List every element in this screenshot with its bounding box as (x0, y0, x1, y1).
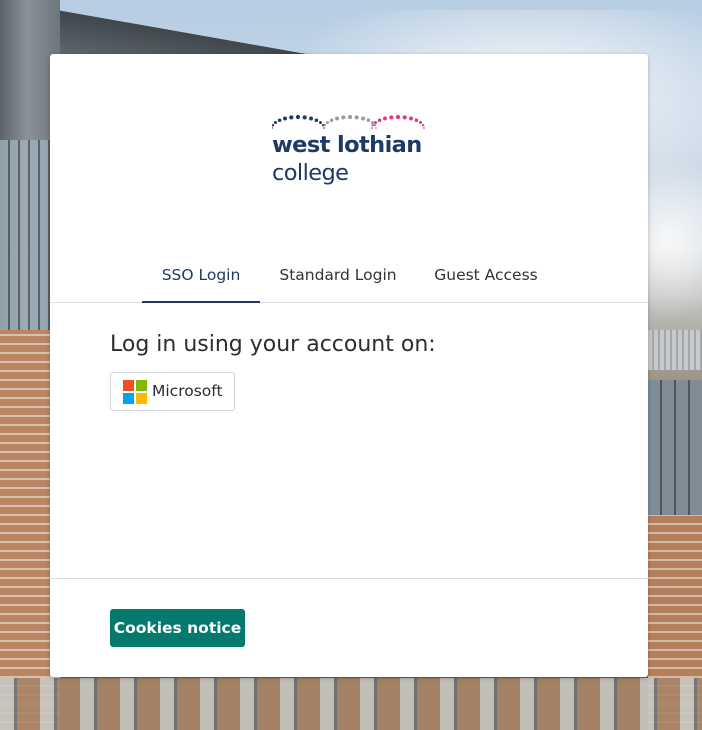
logo-dot (323, 123, 327, 127)
college-logo: west lothian college (272, 112, 432, 196)
logo-dot (373, 123, 377, 127)
sso-heading: Log in using your account on: (110, 332, 436, 357)
logo-dot (371, 123, 375, 127)
logo-text-line1: west lothian (272, 132, 422, 158)
logo-dot (361, 116, 365, 121)
logo-dot (274, 121, 277, 124)
background-building-roof (648, 330, 702, 370)
logo-dot (272, 127, 273, 129)
logo-dot (423, 127, 425, 129)
microsoft-login-label: Microsoft (152, 382, 223, 400)
logo-dot (366, 118, 371, 122)
logo-dot (419, 121, 422, 124)
logo-dot (354, 115, 359, 120)
logo-dot (283, 116, 287, 121)
tab-guest-access[interactable]: Guest Access (426, 255, 546, 302)
logo-dot (309, 116, 313, 121)
logo-dot (371, 127, 373, 129)
tab-sso-login[interactable]: SSO Login (142, 255, 260, 303)
logo-dot (335, 116, 339, 121)
footer-divider (50, 578, 648, 579)
logo-dot (319, 121, 322, 124)
logo-dot (277, 118, 282, 122)
logo-dot (314, 118, 319, 122)
logo-text-line2: college (272, 160, 349, 186)
login-tabs: SSO Login Standard Login Guest Access (50, 255, 648, 303)
logo-dots-icon (272, 114, 425, 129)
logo-dot (421, 123, 425, 127)
logo-dot (375, 127, 377, 129)
logo-dot (395, 114, 401, 120)
background-window-strip (0, 140, 50, 330)
logo-dot (347, 114, 353, 120)
logo-dot (329, 118, 334, 122)
logo-dot (409, 116, 413, 121)
tab-standard-login[interactable]: Standard Login (272, 255, 404, 302)
login-card: west lothian college SSO Login Standard … (50, 54, 648, 677)
microsoft-logo-icon (123, 380, 147, 404)
logo-dot (389, 115, 394, 120)
background-windows-row (0, 678, 702, 730)
logo-dot (377, 118, 382, 122)
logo-dot (272, 123, 275, 127)
logo-dot (402, 115, 407, 120)
logo-dot (341, 115, 346, 120)
logo-dot (289, 115, 294, 120)
cookies-notice-button[interactable]: Cookies notice (110, 609, 245, 647)
logo-dot (383, 116, 387, 121)
microsoft-login-button[interactable]: Microsoft (110, 372, 235, 411)
logo-dot (302, 115, 307, 120)
logo-dot (326, 121, 329, 124)
logo-dot (374, 121, 377, 124)
logo-dot (371, 121, 374, 124)
background-window-strip (648, 380, 702, 520)
logo-dot (295, 114, 301, 120)
logo-dot (323, 127, 325, 129)
logo-dot (414, 118, 419, 122)
